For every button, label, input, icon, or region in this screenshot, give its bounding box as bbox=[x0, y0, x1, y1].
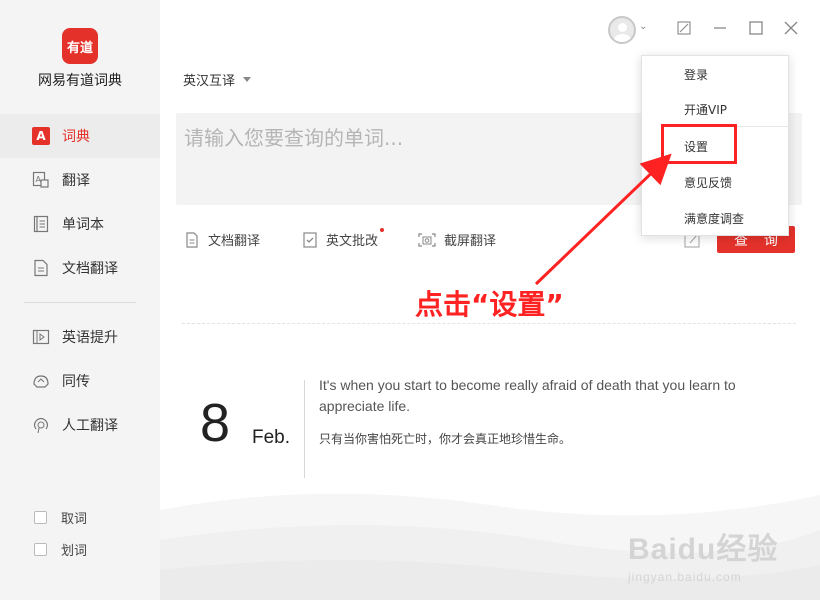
notification-dot bbox=[380, 228, 385, 232]
watermark-main: Baidu经验 bbox=[628, 533, 779, 566]
tool-label-text: 英文批改 bbox=[326, 234, 379, 249]
nav-item-label: 人工翻译 bbox=[62, 418, 118, 434]
annotation-highlight-box bbox=[661, 124, 737, 164]
nav-item-dictionary[interactable]: A 词典 bbox=[0, 114, 160, 158]
screenshot-icon bbox=[418, 232, 436, 247]
tool-label: 截屏翻译 bbox=[444, 234, 497, 249]
dictionary-icon: A bbox=[32, 127, 50, 145]
language-select-value: 英汉互译 bbox=[183, 74, 236, 89]
tool-english-correction[interactable]: 英文批改 bbox=[302, 228, 385, 249]
user-avatar[interactable] bbox=[608, 16, 636, 44]
daily-quote-zh: 只有当你害怕死亡时，你才会真正地珍惜生命。 bbox=[319, 432, 572, 446]
nav-item-document-translate[interactable]: 文档翻译 bbox=[0, 246, 160, 290]
human-translation-icon bbox=[32, 416, 50, 434]
nav-item-label: 单词本 bbox=[62, 217, 104, 233]
tool-label: 文档翻译 bbox=[208, 234, 261, 249]
nav-item-label: 文档翻译 bbox=[62, 261, 118, 277]
menu-item-survey[interactable]: 满意度调查 bbox=[642, 204, 790, 232]
nav-item-english-improve[interactable]: 英语提升 bbox=[0, 315, 160, 359]
language-select[interactable]: 英汉互译 bbox=[183, 70, 252, 89]
document-translate-icon bbox=[32, 259, 50, 277]
checkbox-huaci[interactable]: 划词 bbox=[34, 540, 87, 559]
daily-day: 8 bbox=[200, 393, 231, 453]
checkbox-label: 取词 bbox=[61, 512, 88, 527]
document-icon bbox=[186, 231, 198, 248]
watermark-sub: jingyan.baidu.com bbox=[628, 570, 742, 584]
nav-item-label: 同传 bbox=[62, 374, 90, 390]
menu-item-login[interactable]: 登录 bbox=[642, 60, 790, 88]
app-name: 网易有道词典 bbox=[38, 73, 122, 89]
checkbox-box[interactable] bbox=[34, 543, 47, 556]
menu-item-vip[interactable]: 开通VIP bbox=[642, 95, 790, 123]
english-improve-icon bbox=[32, 328, 50, 346]
nav-item-wordbook[interactable]: 单词本 bbox=[0, 202, 160, 246]
translate-icon: A bbox=[32, 171, 50, 189]
menu-item-feedback[interactable]: 意见反馈 bbox=[642, 168, 790, 196]
nav-item-simultaneous[interactable]: 同传 bbox=[0, 359, 160, 403]
simultaneous-interpretation-icon bbox=[32, 372, 50, 390]
sidebar: 有道 网易有道词典 A 词典 A 翻译 单词本 文档翻译 英语提升 同传 人工翻… bbox=[0, 0, 160, 600]
minimize-icon[interactable] bbox=[708, 16, 732, 40]
checkbox-label: 划词 bbox=[61, 544, 88, 559]
wordbook-icon bbox=[32, 215, 50, 233]
section-divider bbox=[182, 323, 796, 324]
correction-icon bbox=[303, 231, 317, 248]
tool-label: 英文批改 bbox=[326, 228, 385, 249]
maximize-icon[interactable] bbox=[744, 16, 768, 40]
nav-item-translate[interactable]: A 翻译 bbox=[0, 158, 160, 202]
daily-quote-en: It's when you start to become really afr… bbox=[319, 377, 736, 414]
watermark: Baidu经验 jingyan.baidu.com bbox=[628, 524, 778, 584]
daily-month: Feb. bbox=[252, 427, 291, 448]
chevron-down-icon[interactable]: ⌄ bbox=[639, 21, 647, 32]
mini-mode-icon[interactable] bbox=[672, 16, 696, 40]
nav-divider bbox=[24, 302, 136, 303]
nav-item-label: 词典 bbox=[62, 129, 90, 145]
nav-item-label: 翻译 bbox=[62, 173, 90, 189]
close-icon[interactable] bbox=[779, 16, 803, 40]
tool-screenshot-translate[interactable]: 截屏翻译 bbox=[418, 230, 496, 249]
annotation-text: 点击“设置” bbox=[415, 288, 564, 321]
checkbox-quci[interactable]: 取词 bbox=[34, 508, 87, 527]
checkbox-box[interactable] bbox=[34, 511, 47, 524]
tool-document-translate[interactable]: 文档翻译 bbox=[184, 230, 260, 249]
daily-separator bbox=[304, 380, 305, 478]
nav-item-human-translation[interactable]: 人工翻译 bbox=[0, 403, 160, 447]
caret-down-icon bbox=[243, 77, 252, 82]
nav-item-label: 英语提升 bbox=[62, 330, 118, 346]
app-logo: 有道 bbox=[62, 28, 98, 64]
